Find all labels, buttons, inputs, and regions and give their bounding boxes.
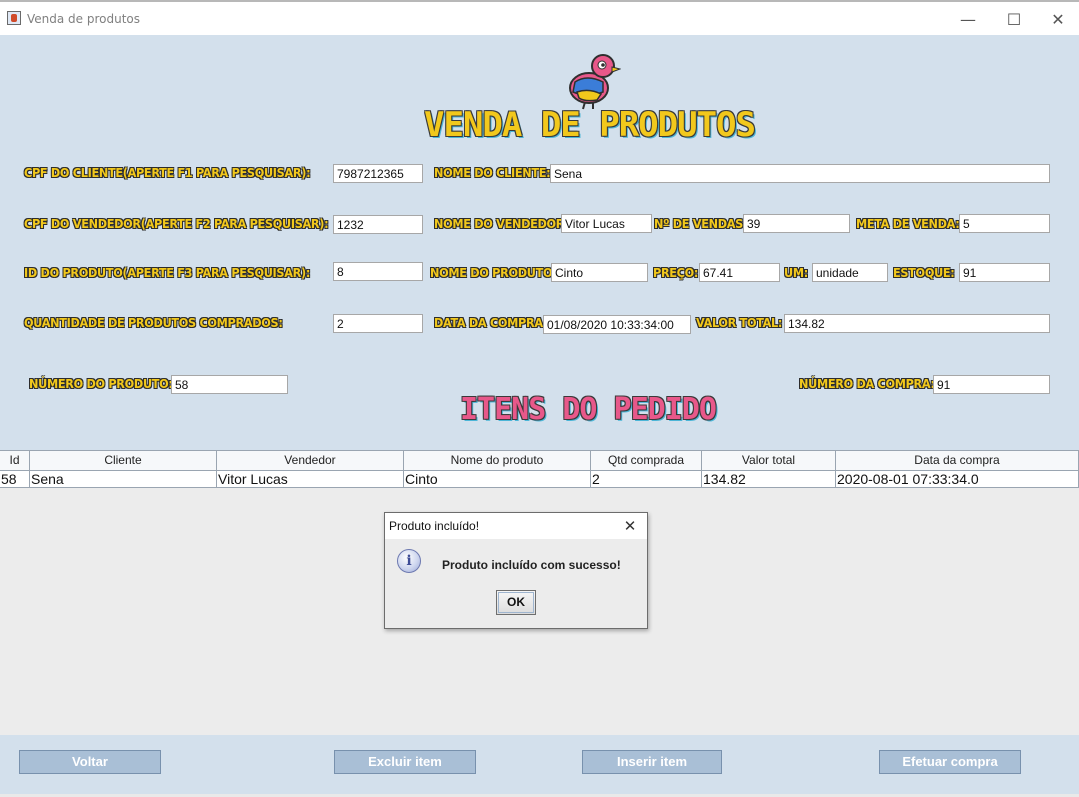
nome-cliente-label: NOME DO CLIENTE: <box>434 165 551 180</box>
nome-vendedor-label: NOME DO VENDEDOR: <box>434 216 569 231</box>
table-cell: Sena <box>30 471 217 488</box>
table-cell: Cinto <box>404 471 591 488</box>
preco-field[interactable]: 67.41 <box>699 263 780 282</box>
info-icon: i <box>397 549 421 573</box>
dialog-titlebar: Produto incluído! ✕ <box>385 513 647 539</box>
inserir-item-button[interactable]: Inserir item <box>582 750 722 774</box>
cpf-vendedor-field[interactable]: 1232 <box>333 215 423 234</box>
window-titlebar: Venda de produtos — ☐ ✕ <box>0 0 1079 35</box>
table-row[interactable]: 58 Sena Vitor Lucas Cinto 2 134.82 2020-… <box>0 471 1079 488</box>
app-icon <box>7 11 21 25</box>
excluir-item-button[interactable]: Excluir item <box>334 750 476 774</box>
minimize-button[interactable]: — <box>948 6 988 32</box>
meta-venda-label: META DE VENDA: <box>856 216 960 231</box>
efetuar-compra-button[interactable]: Efetuar compra <box>879 750 1021 774</box>
cpf-vendedor-label: CPF DO VENDEDOR(APERTE F2 PARA PESQUISAR… <box>24 216 329 231</box>
numero-produto-field[interactable]: 58 <box>171 375 288 394</box>
n-vendas-field[interactable]: 39 <box>743 214 850 233</box>
nome-vendedor-field[interactable]: Vitor Lucas <box>561 214 652 233</box>
column-header[interactable]: Nome do produto <box>404 451 591 471</box>
bird-logo-icon <box>569 54 621 110</box>
maximize-button[interactable]: ☐ <box>994 6 1034 32</box>
data-compra-field[interactable]: 01/08/2020 10:33:34:00 <box>543 315 691 334</box>
table-cell: 2020-08-01 07:33:34.0 <box>836 471 1079 488</box>
um-label: UM: <box>784 265 808 280</box>
n-vendas-label: Nº DE VENDAS: <box>654 216 748 231</box>
nome-produto-label: NOME DO PRODUTO: <box>430 265 557 280</box>
numero-compra-label: NÚMERO DA COMPRA: <box>799 376 935 391</box>
valor-total-field[interactable]: 134.82 <box>784 314 1050 333</box>
column-header[interactable]: Cliente <box>30 451 217 471</box>
cpf-cliente-field[interactable]: 7987212365 <box>333 164 423 183</box>
column-header[interactable]: Vendedor <box>217 451 404 471</box>
valor-total-label: VALOR TOTAL: <box>696 315 783 330</box>
ok-button[interactable]: OK <box>496 590 536 615</box>
window-title: Venda de produtos <box>27 12 141 26</box>
message-dialog: Produto incluído! ✕ i Produto incluído c… <box>384 512 648 629</box>
column-header[interactable]: Valor total <box>702 451 836 471</box>
dialog-title: Produto incluído! <box>389 519 480 533</box>
numero-produto-label: NÚMERO DO PRODUTO: <box>29 376 173 391</box>
table-header: Id Cliente Vendedor Nome do produto Qtd … <box>0 451 1079 471</box>
quantidade-label: QUANTIDADE DE PRODUTOS COMPRADOS: <box>24 315 283 330</box>
data-compra-label: DATA DA COMPRA: <box>434 315 548 330</box>
id-produto-label: ID DO PRODUTO(APERTE F3 PARA PESQUISAR): <box>24 265 311 280</box>
dialog-message: Produto incluído com sucesso! <box>442 558 621 572</box>
table-cell: Vitor Lucas <box>217 471 404 488</box>
table-cell: 58 <box>0 471 30 488</box>
preco-label: PREÇO: <box>653 265 699 280</box>
quantidade-field[interactable]: 2 <box>333 314 423 333</box>
nome-cliente-field[interactable]: Sena <box>550 164 1050 183</box>
um-field[interactable]: unidade <box>812 263 888 282</box>
column-header[interactable]: Qtd comprada <box>591 451 702 471</box>
close-window-button[interactable]: ✕ <box>1038 6 1078 32</box>
table-cell: 2 <box>591 471 702 488</box>
nome-produto-field[interactable]: Cinto <box>551 263 648 282</box>
voltar-button[interactable]: Voltar <box>19 750 161 774</box>
numero-compra-field[interactable]: 91 <box>933 375 1050 394</box>
page-title: VENDA DE PRODUTOS <box>424 105 756 145</box>
estoque-field[interactable]: 91 <box>959 263 1050 282</box>
id-produto-field[interactable]: 8 <box>333 262 423 281</box>
column-header[interactable]: Data da compra <box>836 451 1079 471</box>
section-title: ITENS DO PEDIDO <box>460 392 717 427</box>
dialog-close-button[interactable]: ✕ <box>619 516 641 536</box>
meta-venda-field[interactable]: 5 <box>959 214 1050 233</box>
main-panel: VENDA DE PRODUTOS CPF DO CLIENTE(APERTE … <box>0 35 1079 795</box>
estoque-label: ESTOQUE: <box>893 265 955 280</box>
cpf-cliente-label: CPF DO CLIENTE(APERTE F1 PARA PESQUISAR)… <box>24 165 311 180</box>
table-cell: 134.82 <box>702 471 836 488</box>
column-header[interactable]: Id <box>0 451 30 471</box>
